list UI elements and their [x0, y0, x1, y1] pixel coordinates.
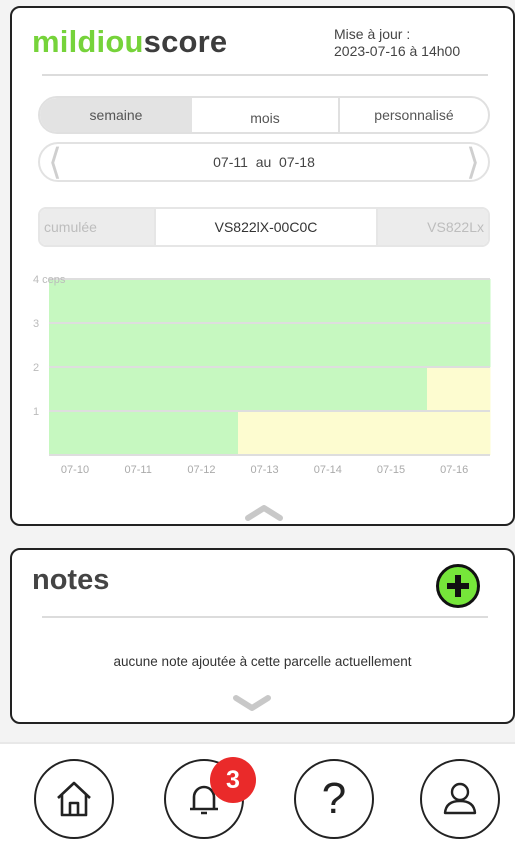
- chart-area-segment: [175, 367, 239, 411]
- chart-area-segment: [112, 367, 176, 411]
- chart-area-segment: [49, 411, 113, 455]
- help-icon: ?: [321, 774, 347, 823]
- x-tick-label: 07-13: [251, 464, 279, 476]
- bottom-nav: ?: [0, 742, 515, 845]
- profile-button[interactable]: [420, 759, 500, 839]
- chart-area-segment: [427, 367, 491, 411]
- chart-area-segment: [301, 367, 365, 411]
- x-tick-label: 07-16: [440, 464, 468, 476]
- x-tick-label: 07-11: [125, 464, 152, 476]
- notification-badge: 3: [210, 757, 256, 803]
- x-tick-label: 07-12: [187, 464, 215, 476]
- add-note-button[interactable]: [436, 564, 480, 608]
- chart-area-segment: [364, 367, 428, 411]
- home-icon: [57, 781, 91, 817]
- notes-title: notes: [32, 564, 110, 596]
- plus-icon: [447, 575, 469, 597]
- chart-area-segment: [49, 367, 113, 411]
- chevron-down-icon[interactable]: [232, 694, 272, 714]
- y-tick-label: 1: [33, 406, 39, 418]
- score-card: mildiouscore Mise à jour : 2023-07-16 à …: [10, 6, 515, 526]
- user-icon: [443, 782, 477, 815]
- chart-area-segment: [238, 411, 302, 455]
- notes-empty-message: aucune note ajoutée à cette parcelle act…: [113, 654, 412, 669]
- chart-area-segment: [427, 411, 491, 455]
- chart-area-segment: [301, 411, 365, 455]
- divider: [42, 616, 488, 618]
- chevron-up-icon[interactable]: [244, 502, 284, 522]
- chart-area-segment: [364, 411, 428, 455]
- y-tick-label: 4 ceps: [33, 274, 66, 286]
- y-tick-label: 2: [33, 362, 39, 374]
- chart-area-segment: [112, 411, 176, 455]
- x-tick-label: 07-10: [61, 464, 89, 476]
- score-chart: 1 2 3 4 ceps 07-10 07-11 07-12 07-13 07-14 07-15 0…: [33, 274, 491, 476]
- chart-area-segment: [238, 367, 302, 411]
- chart-area-segment: [175, 411, 239, 455]
- x-tick-label: 07-15: [377, 464, 405, 476]
- help-button[interactable]: ?: [294, 759, 374, 839]
- y-tick-label: 3: [33, 318, 39, 330]
- x-tick-label: 07-14: [314, 464, 342, 476]
- home-button[interactable]: [34, 759, 114, 839]
